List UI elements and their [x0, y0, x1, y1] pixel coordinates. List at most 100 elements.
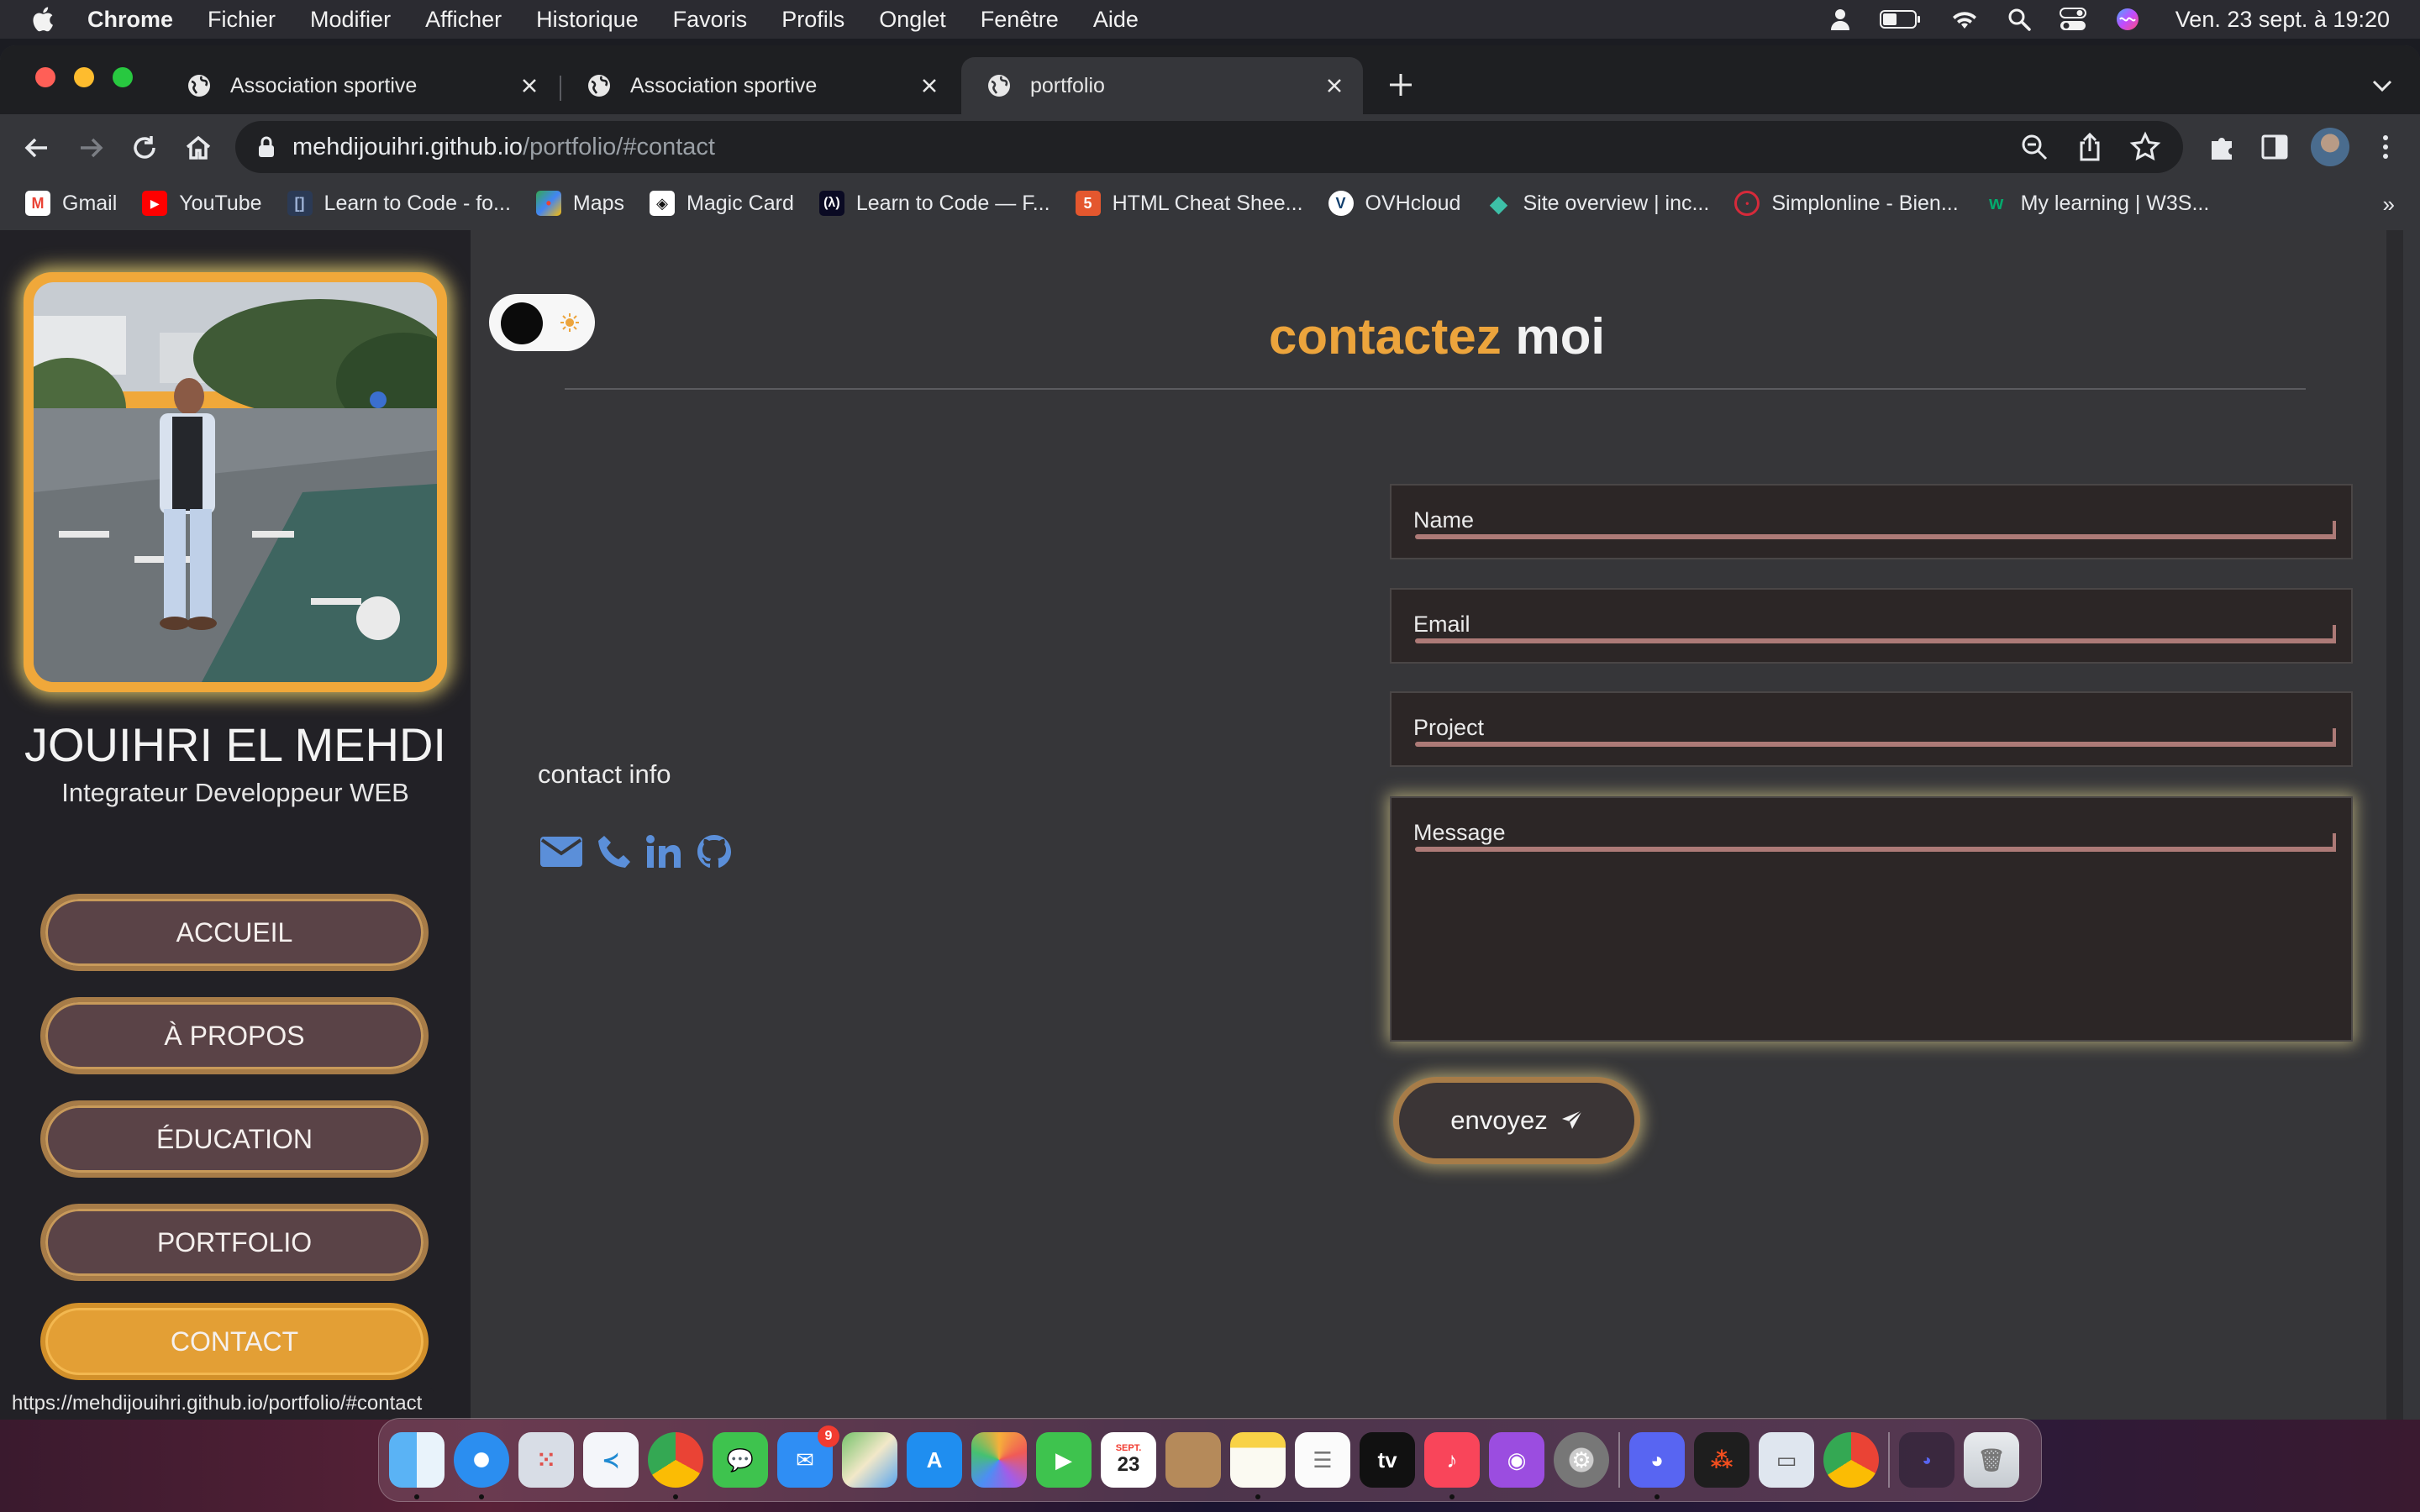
tab-search-chevron-icon[interactable] — [2370, 76, 2395, 96]
siri-icon[interactable] — [2115, 7, 2140, 32]
discord-icon[interactable]: ◕ — [1629, 1432, 1685, 1499]
launchpad-icon[interactable]: ⁙ — [518, 1432, 574, 1488]
home-icon[interactable] — [182, 131, 215, 165]
messages-icon[interactable]: 💬 — [713, 1432, 768, 1488]
minimize-window-button[interactable] — [74, 67, 94, 87]
field-underline — [1415, 728, 2336, 747]
figma-icon[interactable]: ⁂ — [1694, 1432, 1749, 1488]
tab-association-sportive-1[interactable]: Association sportive — [161, 57, 558, 114]
nav-a-propos[interactable]: À PROPOS — [40, 997, 429, 1074]
bookmark-youtube[interactable]: ▶ YouTube — [142, 191, 262, 216]
finder-icon[interactable] — [389, 1432, 445, 1499]
notes-icon[interactable] — [1230, 1432, 1286, 1499]
page-scrollbar[interactable] — [2386, 230, 2403, 1420]
clock[interactable]: Ven. 23 sept. à 19:20 — [2175, 7, 2390, 33]
user-icon[interactable] — [1829, 8, 1851, 31]
chrome-icon[interactable] — [1823, 1432, 1879, 1488]
contacts-icon[interactable] — [1165, 1432, 1221, 1488]
project-field[interactable]: Project — [1390, 691, 2353, 767]
freecodecamp-icon: (λ) — [818, 191, 844, 216]
bookmark-maps[interactable]: • Maps — [535, 191, 624, 216]
calendar-icon[interactable]: SEPT. 23 — [1101, 1432, 1156, 1488]
url-path: /portfolio/#contact — [523, 133, 715, 160]
side-panel-icon[interactable] — [2259, 131, 2291, 163]
name-field[interactable]: Name — [1390, 484, 2353, 559]
more-bookmarks-chevron-icon[interactable]: » — [2383, 192, 2395, 218]
bookmark-site-overview[interactable]: ◆ Site overview | inc... — [1486, 191, 1710, 217]
system-settings-icon[interactable]: ⚙ — [1554, 1432, 1609, 1488]
linkedin-icon[interactable] — [645, 834, 682, 869]
phone-icon[interactable] — [597, 834, 632, 869]
apple-menu-icon[interactable] — [30, 5, 59, 34]
send-button[interactable]: envoyez — [1393, 1077, 1640, 1164]
menu-modifier[interactable]: Modifier — [310, 7, 391, 33]
share-icon[interactable] — [2074, 131, 2106, 163]
bookmark-ovhcloud[interactable]: V OVHcloud — [1328, 191, 1460, 216]
extensions-puzzle-icon[interactable] — [2207, 131, 2238, 163]
nav-contact[interactable]: CONTACT — [40, 1303, 429, 1380]
apple-tv-icon[interactable]: tv — [1360, 1432, 1415, 1488]
menu-aide[interactable]: Aide — [1093, 7, 1139, 33]
minimized-discord-window[interactable]: ◕ — [1899, 1432, 1954, 1488]
kebab-menu-icon[interactable] — [2370, 131, 2402, 163]
menu-app-name[interactable]: Chrome — [87, 7, 173, 33]
bookmark-html-cheat-sheet[interactable]: 5 HTML Cheat Shee... — [1075, 191, 1303, 216]
nav-accueil[interactable]: ACCUEIL — [40, 894, 429, 971]
bookmark-gmail[interactable]: M Gmail — [25, 191, 117, 216]
zoom-out-icon[interactable] — [2018, 131, 2050, 163]
tab-association-sportive-2[interactable]: Association sportive — [561, 57, 958, 114]
chrome-icon[interactable] — [648, 1432, 703, 1499]
menu-historique[interactable]: Historique — [536, 7, 639, 33]
close-tab-icon[interactable] — [1323, 74, 1346, 97]
menu-onglet[interactable]: Onglet — [879, 7, 946, 33]
reload-icon[interactable] — [128, 131, 161, 165]
globe-icon — [588, 75, 610, 97]
github-icon[interactable] — [696, 833, 733, 870]
tab-portfolio[interactable]: portfolio — [961, 57, 1363, 114]
safari-icon[interactable] — [454, 1432, 509, 1499]
bookmark-w3schools[interactable]: w My learning | W3S... — [1984, 191, 2209, 216]
menu-afficher[interactable]: Afficher — [425, 7, 502, 33]
bookmark-star-icon[interactable] — [2129, 131, 2161, 163]
close-tab-icon[interactable] — [918, 74, 941, 97]
maps-icon[interactable] — [842, 1432, 897, 1488]
back-arrow-icon[interactable] — [20, 131, 54, 165]
preview-icon[interactable]: ▭ — [1759, 1432, 1814, 1488]
address-bar[interactable]: mehdijouihri.github.io/portfolio/#contac… — [235, 121, 2183, 173]
bookmark-simplonline[interactable]: • Simplonline - Bien... — [1734, 191, 1959, 216]
nav-portfolio[interactable]: PORTFOLIO — [40, 1204, 429, 1281]
menu-fenetre[interactable]: Fenêtre — [981, 7, 1059, 33]
facetime-icon[interactable]: ▶ — [1036, 1432, 1092, 1488]
vscode-icon[interactable]: ≺ — [583, 1432, 639, 1488]
spotlight-search-icon[interactable] — [2007, 8, 2031, 31]
new-tab-icon[interactable] — [1386, 71, 1415, 99]
envelope-icon[interactable] — [539, 835, 583, 869]
trash-icon[interactable]: 🗑 — [1964, 1432, 2019, 1488]
battery-icon[interactable] — [1879, 9, 1922, 29]
owner-role: Integrateur Developpeur WEB — [61, 778, 409, 807]
forward-arrow-icon[interactable] — [74, 131, 108, 165]
app-store-icon[interactable]: A — [907, 1432, 962, 1488]
mail-icon[interactable]: ✉ 9 — [777, 1425, 839, 1488]
zoom-window-button[interactable] — [113, 67, 133, 87]
control-center-icon[interactable] — [2059, 8, 2086, 31]
message-textarea[interactable]: Message — [1390, 796, 2353, 1042]
bookmark-learn-to-code-2[interactable]: (λ) Learn to Code — F... — [818, 191, 1050, 216]
email-field[interactable]: Email — [1390, 588, 2353, 664]
close-window-button[interactable] — [35, 67, 55, 87]
lock-icon[interactable] — [257, 135, 276, 159]
reminders-icon[interactable]: ☰ — [1295, 1432, 1350, 1488]
music-icon[interactable]: ♪ — [1424, 1432, 1480, 1499]
bookmark-magic-card[interactable]: ◈ Magic Card — [650, 191, 794, 216]
bookmark-learn-to-code-1[interactable]: [] Learn to Code - fo... — [287, 191, 511, 216]
menu-favoris[interactable]: Favoris — [673, 7, 748, 33]
photos-icon[interactable] — [971, 1432, 1027, 1488]
close-tab-icon[interactable] — [518, 74, 541, 97]
omnibox-actions — [2018, 131, 2161, 163]
profile-avatar[interactable] — [2311, 128, 2349, 166]
menu-fichier[interactable]: Fichier — [208, 7, 276, 33]
menu-profils[interactable]: Profils — [781, 7, 844, 33]
wifi-icon[interactable] — [1950, 8, 1979, 30]
podcasts-icon[interactable]: ◉ — [1489, 1432, 1544, 1488]
nav-education[interactable]: ÉDUCATION — [40, 1100, 429, 1178]
